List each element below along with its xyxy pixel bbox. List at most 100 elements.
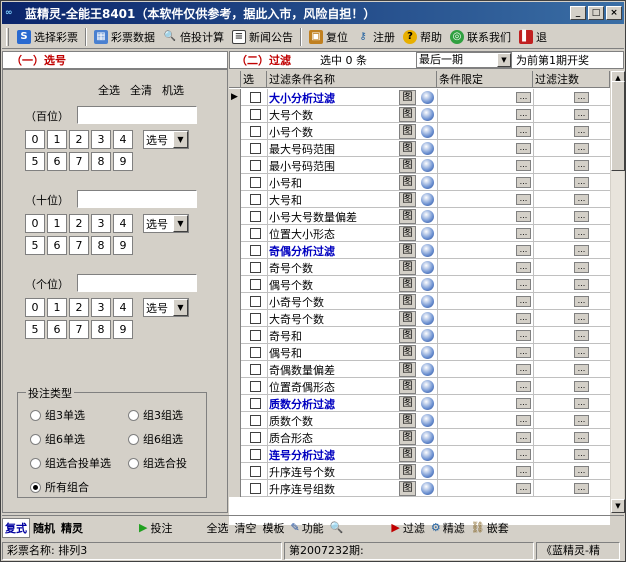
- condition-edit-button[interactable]: ...: [516, 228, 531, 239]
- count-edit-button[interactable]: ...: [574, 211, 589, 222]
- condition-edit-button[interactable]: ...: [516, 483, 531, 494]
- count-edit-button[interactable]: ...: [574, 364, 589, 375]
- count-edit-button[interactable]: ...: [574, 381, 589, 392]
- chart-button[interactable]: 图: [399, 243, 416, 258]
- lottery-data-button[interactable]: ▦ 彩票数据: [90, 27, 159, 47]
- condition-edit-button[interactable]: ...: [516, 177, 531, 188]
- count-edit-button[interactable]: ...: [574, 160, 589, 171]
- row-checkbox[interactable]: [250, 143, 261, 154]
- table-row[interactable]: 奇偶分析过滤 图......: [229, 242, 610, 259]
- condition-edit-button[interactable]: ...: [516, 381, 531, 392]
- condition-edit-button[interactable]: ...: [516, 330, 531, 341]
- globe-icon[interactable]: [421, 414, 434, 427]
- units-digit-3[interactable]: 3: [91, 298, 111, 317]
- table-row[interactable]: 大奇号个数 图......: [229, 310, 610, 327]
- hundreds-digit-1[interactable]: 1: [47, 130, 67, 149]
- register-button[interactable]: ⚷ 注册: [352, 27, 399, 47]
- scroll-thumb[interactable]: [611, 81, 625, 171]
- row-checkbox[interactable]: [250, 381, 261, 392]
- tens-select-dropdown[interactable]: 选号 ▼: [143, 214, 189, 233]
- globe-icon[interactable]: [421, 210, 434, 223]
- count-edit-button[interactable]: ...: [574, 194, 589, 205]
- exit-button[interactable]: ▌ 退: [515, 27, 551, 47]
- table-row[interactable]: 升序连号组数 图......: [229, 480, 610, 497]
- count-edit-button[interactable]: ...: [574, 296, 589, 307]
- units-digit-0[interactable]: 0: [25, 298, 45, 317]
- globe-icon[interactable]: [421, 91, 434, 104]
- count-edit-button[interactable]: ...: [574, 228, 589, 239]
- globe-icon[interactable]: [421, 244, 434, 257]
- globe-icon[interactable]: [421, 193, 434, 206]
- row-checkbox[interactable]: [250, 313, 261, 324]
- tens-digit-8[interactable]: 8: [91, 236, 111, 255]
- chart-button[interactable]: 图: [399, 362, 416, 377]
- tens-digit-7[interactable]: 7: [69, 236, 89, 255]
- condition-edit-button[interactable]: ...: [516, 466, 531, 477]
- table-row[interactable]: 大号和 图......: [229, 191, 610, 208]
- row-checkbox[interactable]: [250, 415, 261, 426]
- radio-combined-single[interactable]: 组选合投单选: [30, 455, 111, 471]
- hundreds-digit-2[interactable]: 2: [69, 130, 89, 149]
- chart-button[interactable]: 图: [399, 90, 416, 105]
- globe-icon[interactable]: [421, 261, 434, 274]
- radio-combined[interactable]: 组选合投: [128, 455, 187, 471]
- row-checkbox[interactable]: [250, 296, 261, 307]
- condition-edit-button[interactable]: ...: [516, 415, 531, 426]
- count-edit-button[interactable]: ...: [574, 415, 589, 426]
- row-checkbox[interactable]: [250, 398, 261, 409]
- condition-edit-button[interactable]: ...: [516, 364, 531, 375]
- chart-button[interactable]: 图: [399, 447, 416, 462]
- help-button[interactable]: ? 帮助: [399, 27, 446, 47]
- row-checkbox[interactable]: [250, 92, 261, 103]
- units-digit-7[interactable]: 7: [69, 320, 89, 339]
- select-lottery-button[interactable]: S 选择彩票: [13, 27, 82, 47]
- units-digit-4[interactable]: 4: [113, 298, 133, 317]
- globe-icon[interactable]: [421, 108, 434, 121]
- condition-edit-button[interactable]: ...: [516, 143, 531, 154]
- count-edit-button[interactable]: ...: [574, 279, 589, 290]
- chart-button[interactable]: 图: [399, 175, 416, 190]
- units-digit-2[interactable]: 2: [69, 298, 89, 317]
- hundreds-digit-5[interactable]: 5: [25, 152, 45, 171]
- reset-button[interactable]: ▣ 复位: [305, 27, 352, 47]
- count-edit-button[interactable]: ...: [574, 262, 589, 273]
- clear-all-link[interactable]: 全清: [130, 82, 152, 98]
- table-row[interactable]: 质数分析过滤 图......: [229, 395, 610, 412]
- table-row[interactable]: 最大号码范围 图......: [229, 140, 610, 157]
- tens-digit-6[interactable]: 6: [47, 236, 67, 255]
- table-row[interactable]: 奇偶数量偏差 图......: [229, 361, 610, 378]
- tens-digit-5[interactable]: 5: [25, 236, 45, 255]
- table-row[interactable]: 小号大号数量偏差 图......: [229, 208, 610, 225]
- condition-edit-button[interactable]: ...: [516, 347, 531, 358]
- radio-group6-single[interactable]: 组6单选: [30, 431, 85, 447]
- clear-filters[interactable]: 清空: [231, 520, 259, 536]
- chart-button[interactable]: 图: [399, 396, 416, 411]
- table-row[interactable]: 偶号和 图......: [229, 344, 610, 361]
- condition-edit-button[interactable]: ...: [516, 398, 531, 409]
- count-edit-button[interactable]: ...: [574, 92, 589, 103]
- row-checkbox[interactable]: [250, 330, 261, 341]
- chart-button[interactable]: 图: [399, 345, 416, 360]
- condition-edit-button[interactable]: ...: [516, 245, 531, 256]
- chart-button[interactable]: 图: [399, 158, 416, 173]
- table-row[interactable]: 小号个数 图......: [229, 123, 610, 140]
- select-all-link[interactable]: 全选: [98, 82, 120, 98]
- globe-icon[interactable]: [421, 312, 434, 325]
- radio-group3-single[interactable]: 组3单选: [30, 407, 85, 423]
- table-row[interactable]: 最小号码范围 图......: [229, 157, 610, 174]
- globe-icon[interactable]: [421, 397, 434, 410]
- vertical-scrollbar[interactable]: ▲ ▼: [610, 71, 625, 513]
- hundreds-digit-4[interactable]: 4: [113, 130, 133, 149]
- tab-random[interactable]: 随机: [30, 520, 58, 536]
- globe-icon[interactable]: [421, 142, 434, 155]
- globe-icon[interactable]: [421, 295, 434, 308]
- globe-icon[interactable]: [421, 176, 434, 189]
- condition-edit-button[interactable]: ...: [516, 126, 531, 137]
- count-edit-button[interactable]: ...: [574, 432, 589, 443]
- chart-button[interactable]: 图: [399, 328, 416, 343]
- multiple-bet-button[interactable]: 🔍 倍投计算: [159, 27, 228, 47]
- maximize-button[interactable]: □: [588, 6, 604, 20]
- radio-group3-group[interactable]: 组3组选: [128, 407, 183, 423]
- globe-icon[interactable]: [421, 448, 434, 461]
- units-digit-5[interactable]: 5: [25, 320, 45, 339]
